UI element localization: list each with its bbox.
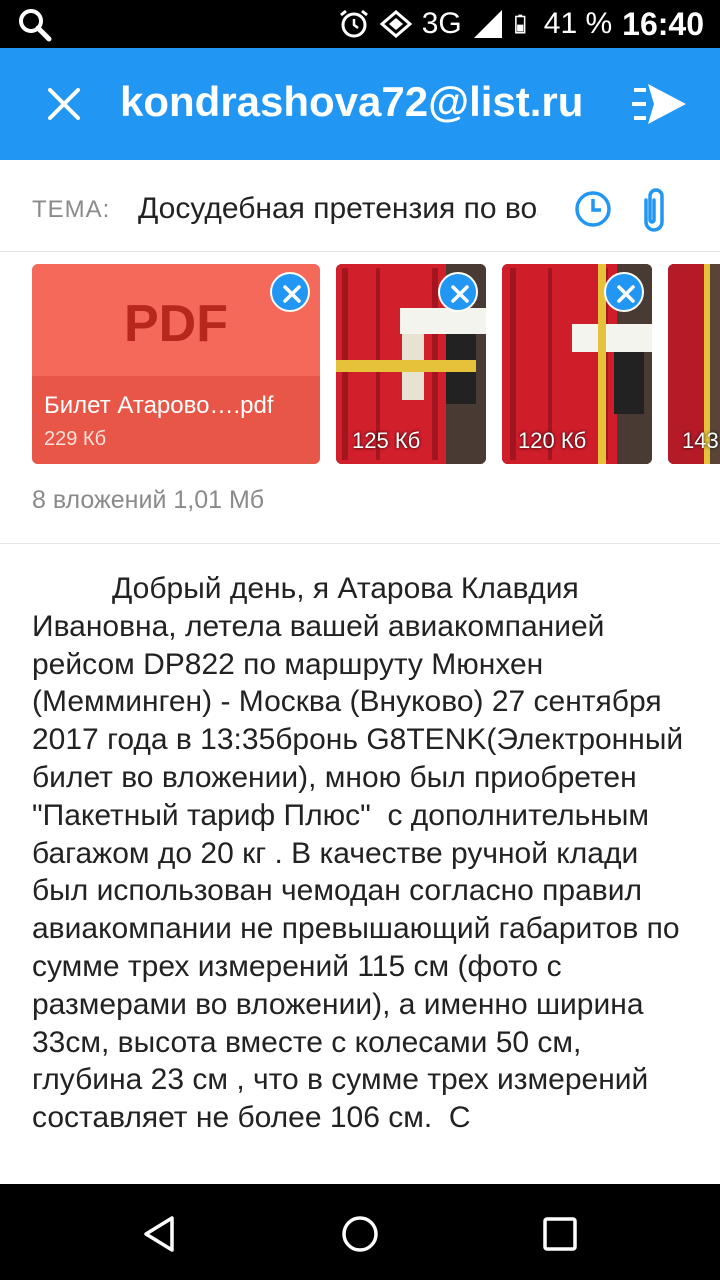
attachment-size: 229 Кб <box>44 428 107 450</box>
recipient-address[interactable]: kondrashova72@list.ru <box>120 78 583 126</box>
alarm-icon <box>339 9 368 38</box>
attachment-image[interactable]: 120 Кб <box>502 264 652 464</box>
data-transfer-icon <box>379 10 412 38</box>
status-bar: 3G 41 % 16:40 <box>0 0 720 48</box>
paperclip-icon[interactable] <box>636 186 672 234</box>
attachment-size: 125 Кб <box>352 428 421 453</box>
search-icon <box>19 9 52 42</box>
attachment-image[interactable]: 143 <box>668 264 720 464</box>
message-body[interactable]: Добрый день, я Атарова Клавдия Ивановна,… <box>32 570 692 1184</box>
back-icon[interactable] <box>140 1214 180 1254</box>
close-icon[interactable] <box>44 84 84 124</box>
attachment-info: Билет Атарово….pdf 229 Кб <box>32 376 320 464</box>
clock-icon[interactable] <box>574 190 612 228</box>
attachment-image[interactable]: 125 Кб <box>336 264 486 464</box>
send-icon[interactable] <box>632 80 688 128</box>
remove-attachment-button[interactable] <box>604 272 644 312</box>
battery-icon <box>514 14 526 34</box>
attachment-name: Билет Атарово….pdf <box>44 392 274 419</box>
subject-row: ТЕМА: Досудебная претензия по возврату <box>0 160 720 252</box>
remove-attachment-button[interactable] <box>270 272 310 312</box>
attachment-size: 143 <box>682 428 719 453</box>
navigation-bar <box>0 1184 720 1280</box>
compose-header: kondrashova72@list.ru <box>0 48 720 160</box>
attachments-strip: PDF Билет Атарово….pdf 229 Кб 125 Кб 120… <box>0 252 720 544</box>
attachment-size: 120 Кб <box>518 428 587 453</box>
recents-icon[interactable] <box>540 1214 580 1254</box>
remove-icon <box>283 285 301 303</box>
attachment-pdf[interactable]: PDF Билет Атарово….pdf 229 Кб <box>32 264 320 464</box>
subject-input[interactable]: Досудебная претензия по возврату <box>138 192 538 226</box>
remove-icon <box>617 285 635 303</box>
battery-percent: 41 % <box>543 7 613 40</box>
signal-icon <box>473 10 502 38</box>
network-type: 3G <box>421 7 462 40</box>
home-icon[interactable] <box>340 1214 380 1254</box>
attachments-summary: 8 вложений 1,01 Мб <box>32 486 265 514</box>
remove-icon <box>451 285 469 303</box>
clock-time: 16:40 <box>622 5 704 42</box>
subject-label: ТЕМА: <box>32 196 111 223</box>
remove-attachment-button[interactable] <box>438 272 478 312</box>
